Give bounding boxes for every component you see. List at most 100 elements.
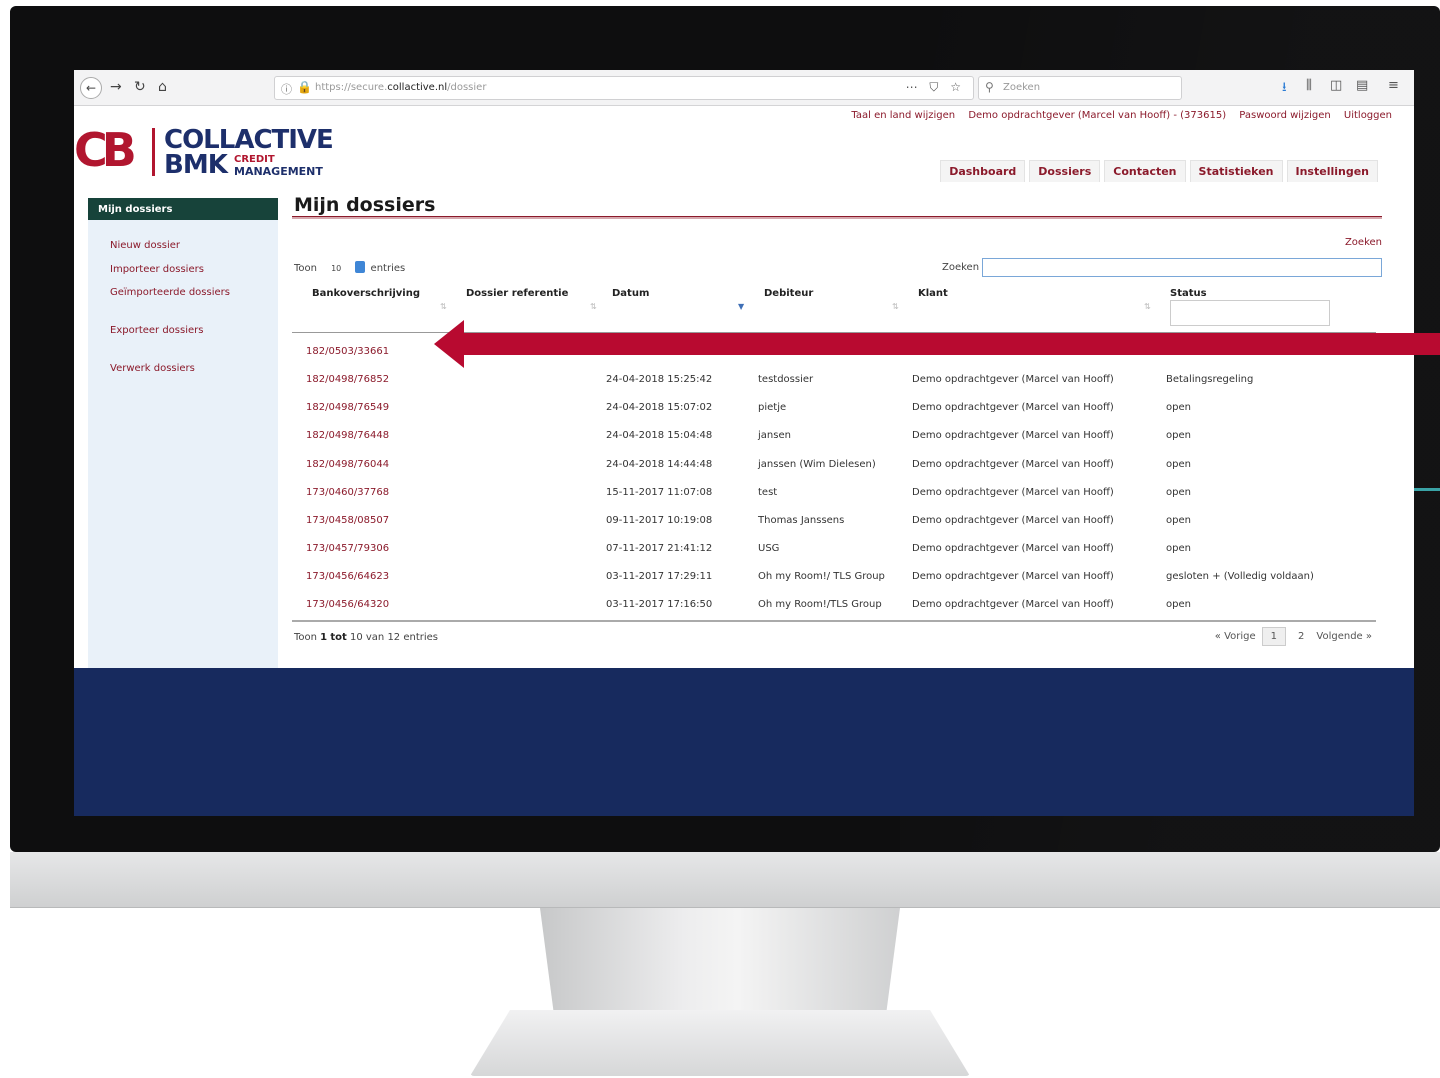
account-links: Taal en land wijzigen Demo opdrachtgever… (841, 110, 1392, 121)
cell-ref[interactable]: 182/0498/76448 (306, 430, 389, 441)
monitor-stand-neck (540, 908, 900, 1018)
arrow-annotation-head (434, 320, 464, 368)
change-password-link[interactable]: Paswoord wijzigen (1239, 110, 1330, 121)
cell-datum: 03-11-2017 17:16:50 (606, 599, 713, 610)
search-link[interactable]: Zoeken (1345, 237, 1382, 248)
cell-datum: 15-11-2017 11:07:08 (606, 487, 713, 498)
logo-word-management: MANAGEMENT (234, 165, 323, 178)
table-row[interactable]: 173/0456/64623 03-11-2017 17:29:11 Oh my… (292, 563, 1376, 591)
table-row[interactable]: 182/0498/76044 24-04-2018 14:44:48 janss… (292, 451, 1376, 479)
cell-debiteur: janssen (Wim Dielesen) (758, 459, 876, 470)
status-filter-input[interactable] (1170, 300, 1330, 326)
screen: ← → ↻ ⌂ ⓘ 🔒 https://secure.collactive.nl… (74, 70, 1414, 816)
cell-debiteur: test (758, 487, 778, 498)
sort-icon[interactable]: ⇅ (590, 302, 597, 311)
sidebar-item-exporteer[interactable]: Exporteer dossiers (110, 325, 203, 336)
sort-icon[interactable]: ⇅ (892, 302, 899, 311)
cell-debiteur: Oh my Room!/TLS Group (758, 599, 882, 610)
cell-klant: Demo opdrachtgever (Marcel van Hooff) (912, 459, 1114, 470)
col-header-bankoverschrijving[interactable]: Bankoverschrijving (312, 288, 420, 299)
sort-icon[interactable]: ⇅ (440, 302, 447, 311)
table-row[interactable]: 182/0498/76549 24-04-2018 15:07:02 pietj… (292, 394, 1376, 422)
table-row[interactable]: 173/0456/64320 03-11-2017 17:16:50 Oh my… (292, 591, 1376, 619)
decorative-line (1414, 488, 1440, 491)
reload-icon[interactable]: ↻ (134, 79, 146, 95)
sidebar-item-geimporteerd[interactable]: Geïmporteerde dossiers (110, 287, 230, 298)
cell-ref[interactable]: 182/0503/33661 (306, 346, 389, 357)
cell-ref[interactable]: 182/0498/76044 (306, 459, 389, 470)
cell-ref[interactable]: 173/0460/37768 (306, 487, 389, 498)
navy-banner (74, 668, 1414, 816)
tab-dossiers[interactable]: Dossiers (1029, 160, 1101, 182)
cell-klant: Demo opdrachtgever (Marcel van Hooff) (912, 571, 1114, 582)
filter-input[interactable] (982, 258, 1382, 277)
next-page-button[interactable]: Volgende » (1316, 631, 1372, 642)
back-icon[interactable]: ← (80, 77, 102, 99)
sidebar-icon[interactable]: ◫ (1330, 78, 1342, 93)
table-row[interactable]: 173/0458/08507 09-11-2017 10:19:08 Thoma… (292, 507, 1376, 535)
col-header-datum[interactable]: Datum (612, 288, 649, 299)
cell-ref[interactable]: 182/0498/76852 (306, 374, 389, 385)
cell-status: open (1166, 515, 1191, 526)
sort-desc-icon[interactable]: ▼ (738, 302, 744, 311)
logout-link[interactable]: Uitloggen (1344, 110, 1392, 121)
tab-statistieken[interactable]: Statistieken (1189, 160, 1283, 182)
forward-icon[interactable]: → (110, 79, 122, 95)
cell-klant: Demo opdrachtgever (Marcel van Hooff) (912, 543, 1114, 554)
page-length-select[interactable]: 10 (324, 262, 348, 276)
tab-contacten[interactable]: Contacten (1104, 160, 1186, 182)
table-row[interactable]: 173/0457/79306 07-11-2017 21:41:12 USG D… (292, 535, 1376, 563)
col-header-dossier-referentie[interactable]: Dossier referentie (466, 288, 568, 299)
table-row[interactable]: 173/0460/37768 15-11-2017 11:07:08 test … (292, 479, 1376, 507)
page-2-button[interactable]: 2 (1292, 628, 1310, 645)
title-divider (292, 216, 1382, 219)
tab-instellingen[interactable]: Instellingen (1286, 160, 1378, 182)
home-icon[interactable]: ⌂ (158, 79, 167, 95)
page-actions[interactable]: ⋯ ⛉ ☆ (906, 80, 965, 95)
menu-icon[interactable]: ≡ (1388, 78, 1399, 93)
cell-status: open (1166, 599, 1191, 610)
col-header-debiteur[interactable]: Debiteur (764, 288, 813, 299)
table-row[interactable]: 182/0498/76448 24-04-2018 15:04:48 janse… (292, 422, 1376, 450)
sidebar-item-verwerk[interactable]: Verwerk dossiers (110, 363, 195, 374)
sidebar-item-nieuw-dossier[interactable]: Nieuw dossier (110, 240, 180, 251)
reader-icon[interactable]: ▤ (1356, 78, 1368, 93)
sidebar-title[interactable]: Mijn dossiers (88, 198, 278, 220)
main-nav: Dashboard Dossiers Contacten Statistieke… (940, 160, 1378, 182)
select-arrow-icon[interactable] (355, 261, 366, 273)
filter-label: Zoeken (942, 262, 980, 273)
page-1-button[interactable]: 1 (1261, 627, 1287, 646)
cell-ref[interactable]: 173/0456/64320 (306, 599, 389, 610)
logo[interactable]: CB COLLACTIVE BMK CREDIT MANAGEMENT (74, 122, 354, 182)
lock-icon: 🔒 (297, 80, 312, 94)
cell-status: open (1166, 459, 1191, 470)
library-icon[interactable]: ⫼ (1306, 78, 1312, 93)
cell-status: open (1166, 487, 1191, 498)
browser-search[interactable]: ⚲ Zoeken (978, 76, 1182, 100)
cell-datum: 03-11-2017 17:29:11 (606, 571, 713, 582)
cell-ref[interactable]: 173/0458/08507 (306, 515, 389, 526)
cell-ref[interactable]: 182/0498/76549 (306, 402, 389, 413)
client-name-link[interactable]: Demo opdrachtgever (Marcel van Hooff) - … (968, 110, 1226, 121)
sort-icon[interactable]: ⇅ (1144, 302, 1151, 311)
url-text[interactable]: https://secure.collactive.nl/dossier (315, 82, 486, 93)
table-row[interactable]: 182/0498/76852 24-04-2018 15:25:42 testd… (292, 366, 1376, 394)
search-placeholder: Zoeken (1003, 82, 1041, 93)
address-bar[interactable]: ⓘ 🔒 https://secure.collactive.nl/dossier… (274, 76, 974, 100)
cell-datum: 24-04-2018 14:44:48 (606, 459, 713, 470)
tab-dashboard[interactable]: Dashboard (940, 160, 1026, 182)
col-header-status[interactable]: Status (1170, 288, 1207, 299)
download-icon[interactable]: ⭳ (1282, 78, 1287, 100)
info-icon[interactable]: ⓘ (281, 81, 292, 97)
col-header-klant[interactable]: Klant (918, 288, 948, 299)
cell-datum: 24-04-2018 15:25:42 (606, 374, 713, 385)
cell-ref[interactable]: 173/0457/79306 (306, 543, 389, 554)
change-language-link[interactable]: Taal en land wijzigen (851, 110, 955, 121)
table-footer-divider (292, 620, 1376, 622)
search-icon: ⚲ (985, 80, 994, 94)
prev-page-button[interactable]: « Vorige (1215, 631, 1256, 642)
cell-ref[interactable]: 173/0456/64623 (306, 571, 389, 582)
cell-klant: Demo opdrachtgever (Marcel van Hooff) (912, 515, 1114, 526)
monitor-chin (10, 852, 1440, 908)
sidebar-item-importeer[interactable]: Importeer dossiers (110, 264, 204, 275)
